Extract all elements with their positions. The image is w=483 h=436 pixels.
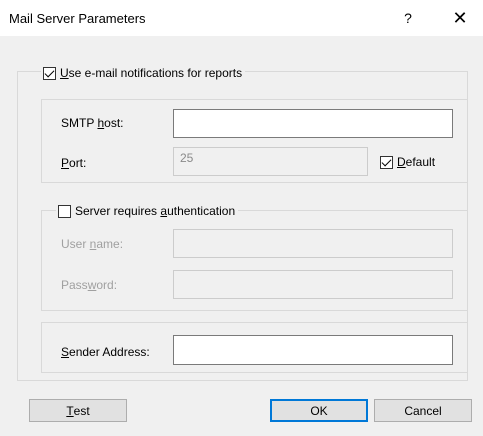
cancel-button[interactable]: Cancel [374, 399, 472, 422]
notifications-checkbox[interactable] [43, 66, 56, 80]
username-label: User name: [61, 237, 124, 251]
close-button[interactable]: ✕ [437, 0, 483, 36]
auth-checkbox[interactable] [58, 204, 71, 218]
sender-address-label: Sender Address: [61, 345, 150, 359]
password-label: Password: [61, 278, 118, 292]
test-button[interactable]: Test [29, 399, 127, 422]
notifications-checkbox-row[interactable]: Use e-mail notifications for reports [41, 65, 246, 81]
auth-label: Server requires authentication [75, 204, 236, 218]
password-input[interactable] [173, 270, 453, 299]
title-bar: Mail Server Parameters ? ✕ [0, 0, 483, 36]
smtp-host-label: SMTP host: [61, 116, 124, 130]
port-label: Port: [61, 156, 87, 170]
close-icon: ✕ [452, 7, 468, 28]
help-icon: ? [404, 10, 412, 26]
ok-button[interactable]: OK [270, 399, 368, 422]
smtp-host-input[interactable] [173, 109, 453, 138]
default-port-label: Default [397, 155, 436, 169]
notifications-label: Use e-mail notifications for reports [60, 66, 243, 80]
help-button[interactable]: ? [385, 0, 431, 36]
auth-checkbox-row[interactable]: Server requires authentication [56, 203, 239, 219]
default-port-checkbox-row[interactable]: Default [380, 154, 436, 170]
username-input[interactable] [173, 229, 453, 258]
window-title: Mail Server Parameters [9, 11, 146, 26]
default-port-checkbox[interactable] [380, 155, 393, 169]
port-input[interactable]: 25 [173, 147, 368, 176]
sender-address-input[interactable] [173, 335, 453, 365]
